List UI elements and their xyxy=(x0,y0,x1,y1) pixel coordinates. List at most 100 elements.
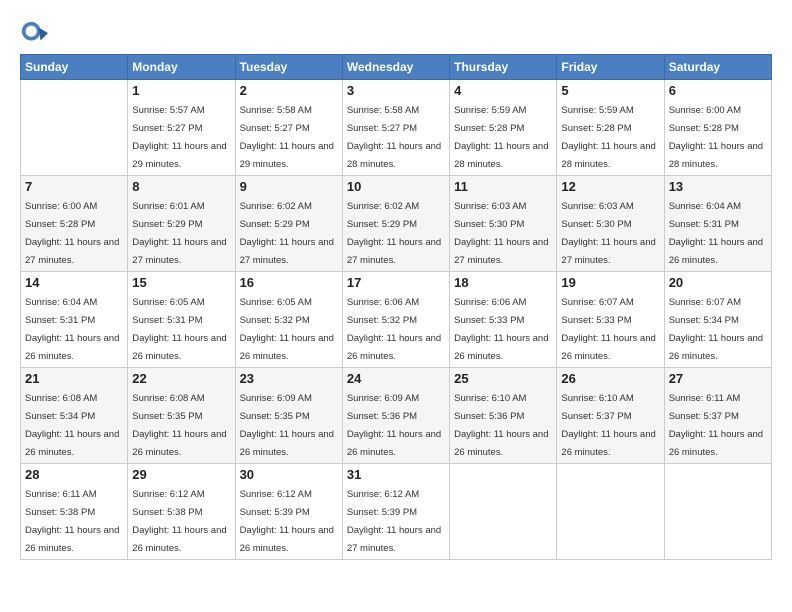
day-cell: 4 Sunrise: 5:59 AMSunset: 5:28 PMDaylight… xyxy=(450,80,557,176)
col-header-saturday: Saturday xyxy=(664,55,771,80)
day-info: Sunrise: 6:12 AMSunset: 5:39 PMDaylight:… xyxy=(240,489,334,554)
day-info: Sunrise: 6:08 AMSunset: 5:34 PMDaylight:… xyxy=(25,393,119,458)
day-number: 30 xyxy=(240,467,338,482)
day-cell: 18Sunrise: 6:06 AMSunset: 5:33 PMDayligh… xyxy=(450,272,557,368)
header xyxy=(20,16,772,48)
calendar-table: SundayMondayTuesdayWednesdayThursdayFrid… xyxy=(20,54,772,560)
day-number: 5 xyxy=(561,83,659,98)
day-number: 12 xyxy=(561,179,659,194)
day-info: Sunrise: 6:10 AMSunset: 5:37 PMDaylight:… xyxy=(561,393,655,458)
day-number: 26 xyxy=(561,371,659,386)
day-cell: 10Sunrise: 6:02 AMSunset: 5:29 PMDayligh… xyxy=(342,176,449,272)
day-info: Sunrise: 6:12 AMSunset: 5:38 PMDaylight:… xyxy=(132,489,226,554)
day-cell: 13 Sunrise: 6:04 AMSunset: 5:31 PMDayligh… xyxy=(664,176,771,272)
day-cell: 11 Sunrise: 6:03 AMSunset: 5:30 PMDayligh… xyxy=(450,176,557,272)
day-cell: 31Sunrise: 6:12 AMSunset: 5:39 PMDayligh… xyxy=(342,464,449,560)
day-number: 20 xyxy=(669,275,767,290)
col-header-thursday: Thursday xyxy=(450,55,557,80)
day-cell: 22 Sunrise: 6:08 AMSunset: 5:35 PMDayligh… xyxy=(128,368,235,464)
day-cell: 7 Sunrise: 6:00 AMSunset: 5:28 PMDaylight… xyxy=(21,176,128,272)
day-number: 13 xyxy=(669,179,767,194)
day-info: Sunrise: 5:59 AMSunset: 5:28 PMDaylight:… xyxy=(561,105,655,170)
day-cell xyxy=(664,464,771,560)
day-info: Sunrise: 6:07 AMSunset: 5:34 PMDaylight:… xyxy=(669,297,763,362)
day-cell: 25Sunrise: 6:10 AMSunset: 5:36 PMDayligh… xyxy=(450,368,557,464)
day-number: 1 xyxy=(132,83,230,98)
col-header-tuesday: Tuesday xyxy=(235,55,342,80)
day-info: Sunrise: 6:11 AMSunset: 5:37 PMDaylight:… xyxy=(669,393,763,458)
day-info: Sunrise: 6:09 AMSunset: 5:35 PMDaylight:… xyxy=(240,393,334,458)
day-cell xyxy=(450,464,557,560)
day-number: 19 xyxy=(561,275,659,290)
day-number: 17 xyxy=(347,275,445,290)
day-info: Sunrise: 5:57 AMSunset: 5:27 PMDaylight:… xyxy=(132,105,226,170)
day-cell xyxy=(557,464,664,560)
day-number: 24 xyxy=(347,371,445,386)
page: SundayMondayTuesdayWednesdayThursdayFrid… xyxy=(0,0,792,612)
col-header-friday: Friday xyxy=(557,55,664,80)
day-info: Sunrise: 6:05 AMSunset: 5:31 PMDaylight:… xyxy=(132,297,226,362)
day-info: Sunrise: 6:03 AMSunset: 5:30 PMDaylight:… xyxy=(561,201,655,266)
day-number: 18 xyxy=(454,275,552,290)
day-cell: 17 Sunrise: 6:06 AMSunset: 5:32 PMDayligh… xyxy=(342,272,449,368)
day-number: 14 xyxy=(25,275,123,290)
day-cell: 29 Sunrise: 6:12 AMSunset: 5:38 PMDayligh… xyxy=(128,464,235,560)
day-info: Sunrise: 6:11 AMSunset: 5:38 PMDaylight:… xyxy=(25,489,119,554)
day-number: 3 xyxy=(347,83,445,98)
day-number: 16 xyxy=(240,275,338,290)
day-cell: 5 Sunrise: 5:59 AMSunset: 5:28 PMDaylight… xyxy=(557,80,664,176)
day-info: Sunrise: 5:58 AMSunset: 5:27 PMDaylight:… xyxy=(240,105,334,170)
week-row-1: 1 Sunrise: 5:57 AMSunset: 5:27 PMDaylight… xyxy=(21,80,772,176)
logo xyxy=(20,20,52,48)
day-info: Sunrise: 6:04 AMSunset: 5:31 PMDaylight:… xyxy=(25,297,119,362)
day-number: 15 xyxy=(132,275,230,290)
week-row-3: 14 Sunrise: 6:04 AMSunset: 5:31 PMDayligh… xyxy=(21,272,772,368)
day-info: Sunrise: 6:00 AMSunset: 5:28 PMDaylight:… xyxy=(669,105,763,170)
day-info: Sunrise: 5:59 AMSunset: 5:28 PMDaylight:… xyxy=(454,105,548,170)
day-number: 6 xyxy=(669,83,767,98)
day-number: 22 xyxy=(132,371,230,386)
day-cell xyxy=(21,80,128,176)
day-cell: 15 Sunrise: 6:05 AMSunset: 5:31 PMDayligh… xyxy=(128,272,235,368)
day-cell: 9 Sunrise: 6:02 AMSunset: 5:29 PMDaylight… xyxy=(235,176,342,272)
day-info: Sunrise: 6:09 AMSunset: 5:36 PMDaylight:… xyxy=(347,393,441,458)
day-number: 28 xyxy=(25,467,123,482)
day-info: Sunrise: 6:08 AMSunset: 5:35 PMDaylight:… xyxy=(132,393,226,458)
day-info: Sunrise: 6:06 AMSunset: 5:32 PMDaylight:… xyxy=(347,297,441,362)
day-info: Sunrise: 6:07 AMSunset: 5:33 PMDaylight:… xyxy=(561,297,655,362)
col-header-wednesday: Wednesday xyxy=(342,55,449,80)
day-number: 10 xyxy=(347,179,445,194)
day-cell: 8 Sunrise: 6:01 AMSunset: 5:29 PMDaylight… xyxy=(128,176,235,272)
day-cell: 30 Sunrise: 6:12 AMSunset: 5:39 PMDayligh… xyxy=(235,464,342,560)
week-row-2: 7 Sunrise: 6:00 AMSunset: 5:28 PMDaylight… xyxy=(21,176,772,272)
day-number: 27 xyxy=(669,371,767,386)
day-number: 9 xyxy=(240,179,338,194)
day-info: Sunrise: 6:04 AMSunset: 5:31 PMDaylight:… xyxy=(669,201,763,266)
day-info: Sunrise: 6:03 AMSunset: 5:30 PMDaylight:… xyxy=(454,201,548,266)
day-number: 11 xyxy=(454,179,552,194)
day-number: 8 xyxy=(132,179,230,194)
day-info: Sunrise: 6:01 AMSunset: 5:29 PMDaylight:… xyxy=(132,201,226,266)
day-cell: 14 Sunrise: 6:04 AMSunset: 5:31 PMDayligh… xyxy=(21,272,128,368)
day-number: 29 xyxy=(132,467,230,482)
day-number: 21 xyxy=(25,371,123,386)
day-number: 4 xyxy=(454,83,552,98)
day-cell: 2Sunrise: 5:58 AMSunset: 5:27 PMDaylight… xyxy=(235,80,342,176)
day-cell: 20 Sunrise: 6:07 AMSunset: 5:34 PMDayligh… xyxy=(664,272,771,368)
day-number: 23 xyxy=(240,371,338,386)
logo-icon xyxy=(20,20,48,48)
day-cell: 16Sunrise: 6:05 AMSunset: 5:32 PMDayligh… xyxy=(235,272,342,368)
day-cell: 19 Sunrise: 6:07 AMSunset: 5:33 PMDayligh… xyxy=(557,272,664,368)
day-cell: 23 Sunrise: 6:09 AMSunset: 5:35 PMDayligh… xyxy=(235,368,342,464)
day-number: 7 xyxy=(25,179,123,194)
day-info: Sunrise: 6:02 AMSunset: 5:29 PMDaylight:… xyxy=(240,201,334,266)
week-row-5: 28 Sunrise: 6:11 AMSunset: 5:38 PMDayligh… xyxy=(21,464,772,560)
day-info: Sunrise: 6:00 AMSunset: 5:28 PMDaylight:… xyxy=(25,201,119,266)
day-cell: 6 Sunrise: 6:00 AMSunset: 5:28 PMDaylight… xyxy=(664,80,771,176)
day-cell: 28 Sunrise: 6:11 AMSunset: 5:38 PMDayligh… xyxy=(21,464,128,560)
calendar-header-row: SundayMondayTuesdayWednesdayThursdayFrid… xyxy=(21,55,772,80)
day-cell: 3Sunrise: 5:58 AMSunset: 5:27 PMDaylight… xyxy=(342,80,449,176)
day-number: 25 xyxy=(454,371,552,386)
day-cell: 21 Sunrise: 6:08 AMSunset: 5:34 PMDayligh… xyxy=(21,368,128,464)
day-cell: 24 Sunrise: 6:09 AMSunset: 5:36 PMDayligh… xyxy=(342,368,449,464)
